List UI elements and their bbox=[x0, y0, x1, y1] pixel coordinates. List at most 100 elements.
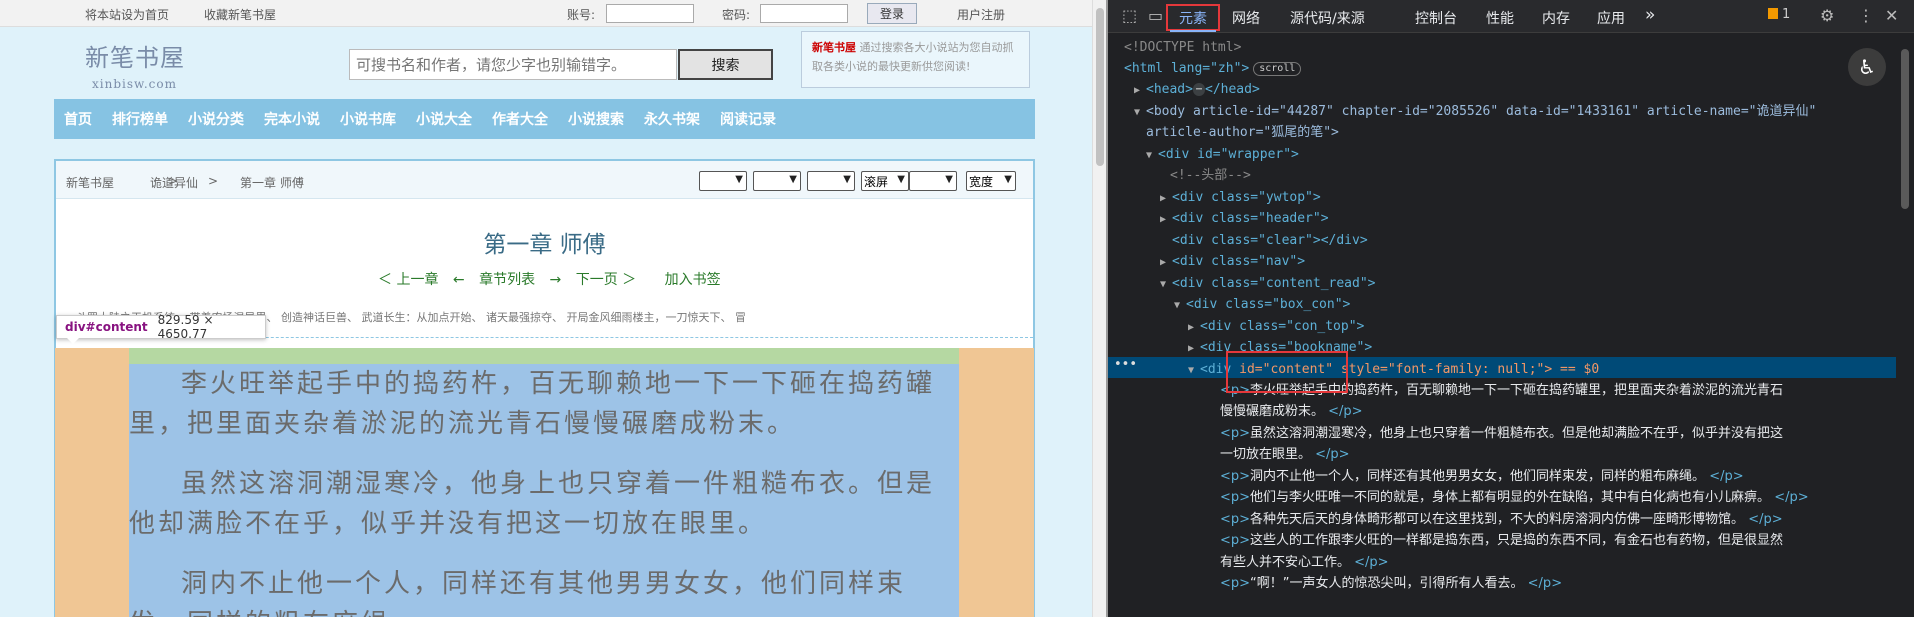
tab-performance[interactable]: 性能 bbox=[1486, 8, 1514, 28]
expand-arrow-icon[interactable]: ▶ bbox=[1160, 188, 1172, 208]
site-intro: 新笔书屋 通过搜索各大小说站为您自动抓取各类小说的最快更新供您阅读! bbox=[801, 31, 1030, 88]
tree-line[interactable]: ▶ <div class="ywtop"> bbox=[1108, 187, 1896, 208]
tree-line[interactable]: ▶ <div class="header"> bbox=[1108, 208, 1896, 229]
site-logo[interactable]: 新笔书屋 xinbisw.com bbox=[85, 38, 185, 91]
collapse-arrow-icon[interactable]: ▼ bbox=[1146, 145, 1158, 165]
chapter-list-link[interactable]: 章节列表 bbox=[479, 272, 535, 288]
width-select[interactable]: 宽度 ▼ bbox=[966, 171, 1016, 191]
devtools-scrollbar[interactable] bbox=[1896, 33, 1914, 617]
tree-line[interactable]: <p>各种先天后天的身体畸形都可以在这里找到，不大的料房溶洞内仿佛一座畸形博物馆… bbox=[1108, 509, 1896, 530]
tree-line[interactable]: <p>他们与李火旺唯一不同的就是，身体上都有明显的外在缺陷，其中有白化病也有小儿… bbox=[1108, 487, 1896, 508]
tree-line[interactable]: ▶ <div class="con_top"> bbox=[1108, 316, 1896, 337]
issues-counter[interactable]: 1 bbox=[1768, 7, 1790, 22]
margin-highlight-right bbox=[959, 348, 1034, 617]
scrollbar-thumb[interactable] bbox=[1096, 8, 1104, 166]
breadcrumb-book[interactable]: 诡道异仙 bbox=[150, 174, 198, 191]
expand-arrow-icon[interactable]: ▶ bbox=[1134, 80, 1146, 100]
collapse-arrow-icon[interactable]: ▼ bbox=[1188, 360, 1200, 380]
expand-arrow-icon[interactable]: ▶ bbox=[1160, 252, 1172, 272]
tooltip-selector: div#content bbox=[65, 320, 148, 334]
tree-line[interactable]: ▶ <div class="nav"> bbox=[1108, 251, 1896, 272]
tree-line[interactable]: ▼ <div class="content_read"> bbox=[1108, 273, 1896, 294]
tree-line[interactable]: <p>洞内不止他一个人，同样还有其他男男女女，他们同样束发，同样的粗布麻绳。 <… bbox=[1108, 466, 1896, 487]
tree-line[interactable]: 慢慢碾磨成粉末。 </p> bbox=[1108, 401, 1896, 422]
tree-line[interactable]: <!--头部--> bbox=[1108, 165, 1896, 186]
font-color-select[interactable]: ▼ bbox=[753, 171, 801, 191]
nav-item-completed[interactable]: 完本小说 bbox=[264, 109, 320, 129]
tree-line[interactable]: <!DOCTYPE html> bbox=[1108, 37, 1896, 58]
tree-line[interactable]: ▼ <body article-id="44287" chapter-id="20… bbox=[1108, 101, 1896, 122]
register-link[interactable]: 用户注册 bbox=[957, 6, 1005, 23]
accessibility-icon[interactable]: ♿ bbox=[1848, 48, 1886, 86]
tab-console[interactable]: 控制台 bbox=[1415, 8, 1457, 28]
expand-arrow-icon[interactable]: ▶ bbox=[1188, 338, 1200, 358]
nav-item-library[interactable]: 小说书库 bbox=[340, 109, 396, 129]
login-button[interactable]: 登录 bbox=[867, 3, 917, 24]
nav-item-home[interactable]: 首页 bbox=[64, 109, 92, 129]
tree-line[interactable]: <p>“啊！”一声女人的惊恐尖叫，引得所有人看去。 </p> bbox=[1108, 573, 1896, 594]
arrow-right-icon: → bbox=[549, 272, 562, 288]
nav-item-authors[interactable]: 作者大全 bbox=[492, 109, 548, 129]
collapse-arrow-icon[interactable]: ▼ bbox=[1134, 102, 1146, 122]
warning-icon bbox=[1768, 8, 1778, 19]
collapse-arrow-icon[interactable]: ▼ bbox=[1174, 295, 1186, 315]
tab-memory[interactable]: 内存 bbox=[1542, 8, 1570, 28]
logo-domain: xinbisw.com bbox=[92, 77, 177, 91]
tree-line[interactable]: ▶ <head> ⋯ </head> bbox=[1108, 79, 1896, 100]
devtools-panel: ⬚ ▭ 元素 网络 源代码/来源 控制台 性能 内存 应用 » 1 ⚙ ⋮ ✕ … bbox=[1108, 0, 1914, 617]
kebab-menu-icon[interactable]: ⋮ bbox=[1858, 6, 1874, 25]
nav-item-bookshelf[interactable]: 永久书架 bbox=[644, 109, 700, 129]
nav-item-all-novels[interactable]: 小说大全 bbox=[416, 109, 472, 129]
account-input[interactable] bbox=[606, 4, 694, 23]
password-input[interactable] bbox=[760, 4, 848, 23]
scroll-badge[interactable]: scroll bbox=[1253, 62, 1302, 76]
more-tabs-icon[interactable]: » bbox=[1645, 5, 1655, 25]
nav-item-history[interactable]: 阅读记录 bbox=[720, 109, 776, 129]
breadcrumb-home[interactable]: 新笔书屋 bbox=[66, 174, 114, 191]
gear-icon[interactable]: ⚙ bbox=[1820, 6, 1834, 25]
element-inspect-tooltip: div#content 829.59 × 4650.77 bbox=[56, 313, 266, 344]
prev-chapter-link[interactable]: ＜ 上一章 bbox=[378, 272, 438, 288]
search-button[interactable]: 搜索 bbox=[678, 49, 773, 80]
tab-network[interactable]: 网络 bbox=[1232, 8, 1260, 28]
ellipsis-icon[interactable]: ⋯ bbox=[1192, 83, 1205, 96]
tree-line[interactable]: ▼ <div id="wrapper"> bbox=[1108, 144, 1896, 165]
font-size-select[interactable]: ▼ bbox=[807, 171, 855, 191]
content-paragraph: 虽然这溶洞潮湿寒冷，他身上也只穿着一件粗糙布衣。但是他却满脸不在乎，似乎并没有把… bbox=[129, 469, 936, 539]
tab-elements[interactable]: 元素 bbox=[1166, 4, 1220, 31]
search-input[interactable] bbox=[349, 49, 677, 80]
tree-line[interactable]: ▼ <div class="box_con"> bbox=[1108, 294, 1896, 315]
nav-item-rankings[interactable]: 排行榜单 bbox=[112, 109, 168, 129]
web-page-viewport: 将本站设为首页 收藏新笔书屋 账号: 密码: 登录 用户注册 新笔书屋 xinb… bbox=[0, 0, 1092, 617]
tree-line[interactable]: 一切放在眼里。 </p> bbox=[1108, 444, 1896, 465]
bookmark-site-link[interactable]: 收藏新笔书屋 bbox=[204, 6, 276, 23]
add-bookmark-link[interactable]: 加入书签 bbox=[665, 272, 721, 288]
device-toolbar-icon[interactable]: ▭ bbox=[1148, 6, 1163, 25]
tree-line[interactable]: 有些人并不安心工作。 </p> bbox=[1108, 552, 1896, 573]
expand-arrow-icon[interactable]: ▶ bbox=[1160, 209, 1172, 229]
breadcrumb: 新笔书屋 > 诡道异仙 > 第一章 师傅 ▼ ▼ ▼ 滚屏 ▼ ▼ 宽度 ▼ bbox=[56, 161, 1033, 199]
speed-select[interactable]: ▼ bbox=[909, 171, 957, 191]
next-page-link[interactable]: 下一页 ＞ bbox=[576, 272, 636, 288]
chevron-down-icon: ▼ bbox=[945, 174, 953, 185]
close-icon[interactable]: ✕ bbox=[1885, 6, 1898, 25]
tab-application[interactable]: 应用 bbox=[1597, 8, 1625, 28]
bg-color-select[interactable]: ▼ bbox=[699, 171, 747, 191]
tree-line[interactable]: <html lang="zh"> scroll bbox=[1108, 58, 1896, 79]
nav-item-search[interactable]: 小说搜索 bbox=[568, 109, 624, 129]
collapse-arrow-icon[interactable]: ▼ bbox=[1160, 274, 1172, 294]
tree-line[interactable]: article-author="狐尾的笔"> bbox=[1108, 122, 1896, 143]
nav-item-categories[interactable]: 小说分类 bbox=[188, 109, 244, 129]
tab-sources[interactable]: 源代码/来源 bbox=[1290, 8, 1365, 28]
scrollbar-thumb[interactable] bbox=[1901, 49, 1909, 209]
inspect-icon[interactable]: ⬚ bbox=[1122, 6, 1137, 25]
content-paragraph: 李火旺举起手中的捣药杵，百无聊赖地一下一下砸在捣药罐里，把里面夹杂着淤泥的流光青… bbox=[129, 369, 936, 439]
tree-line[interactable]: <div class="clear"></div> bbox=[1108, 230, 1896, 251]
tree-line[interactable]: <p>这些人的工作跟李火旺的一样都是捣东西，只是捣的东西不同，有金石也有药物，但… bbox=[1108, 530, 1896, 551]
tree-line[interactable]: <p>虽然这溶洞潮湿寒冷，他身上也只穿着一件粗糙布衣。但是他却满脸不在乎，似乎并… bbox=[1108, 423, 1896, 444]
breadcrumb-chapter: 第一章 师傅 bbox=[240, 176, 304, 190]
scroll-select[interactable]: 滚屏 ▼ bbox=[861, 171, 909, 191]
expand-arrow-icon[interactable]: ▶ bbox=[1188, 317, 1200, 337]
page-scrollbar[interactable] bbox=[1092, 0, 1106, 617]
set-homepage-link[interactable]: 将本站设为首页 bbox=[85, 6, 169, 23]
